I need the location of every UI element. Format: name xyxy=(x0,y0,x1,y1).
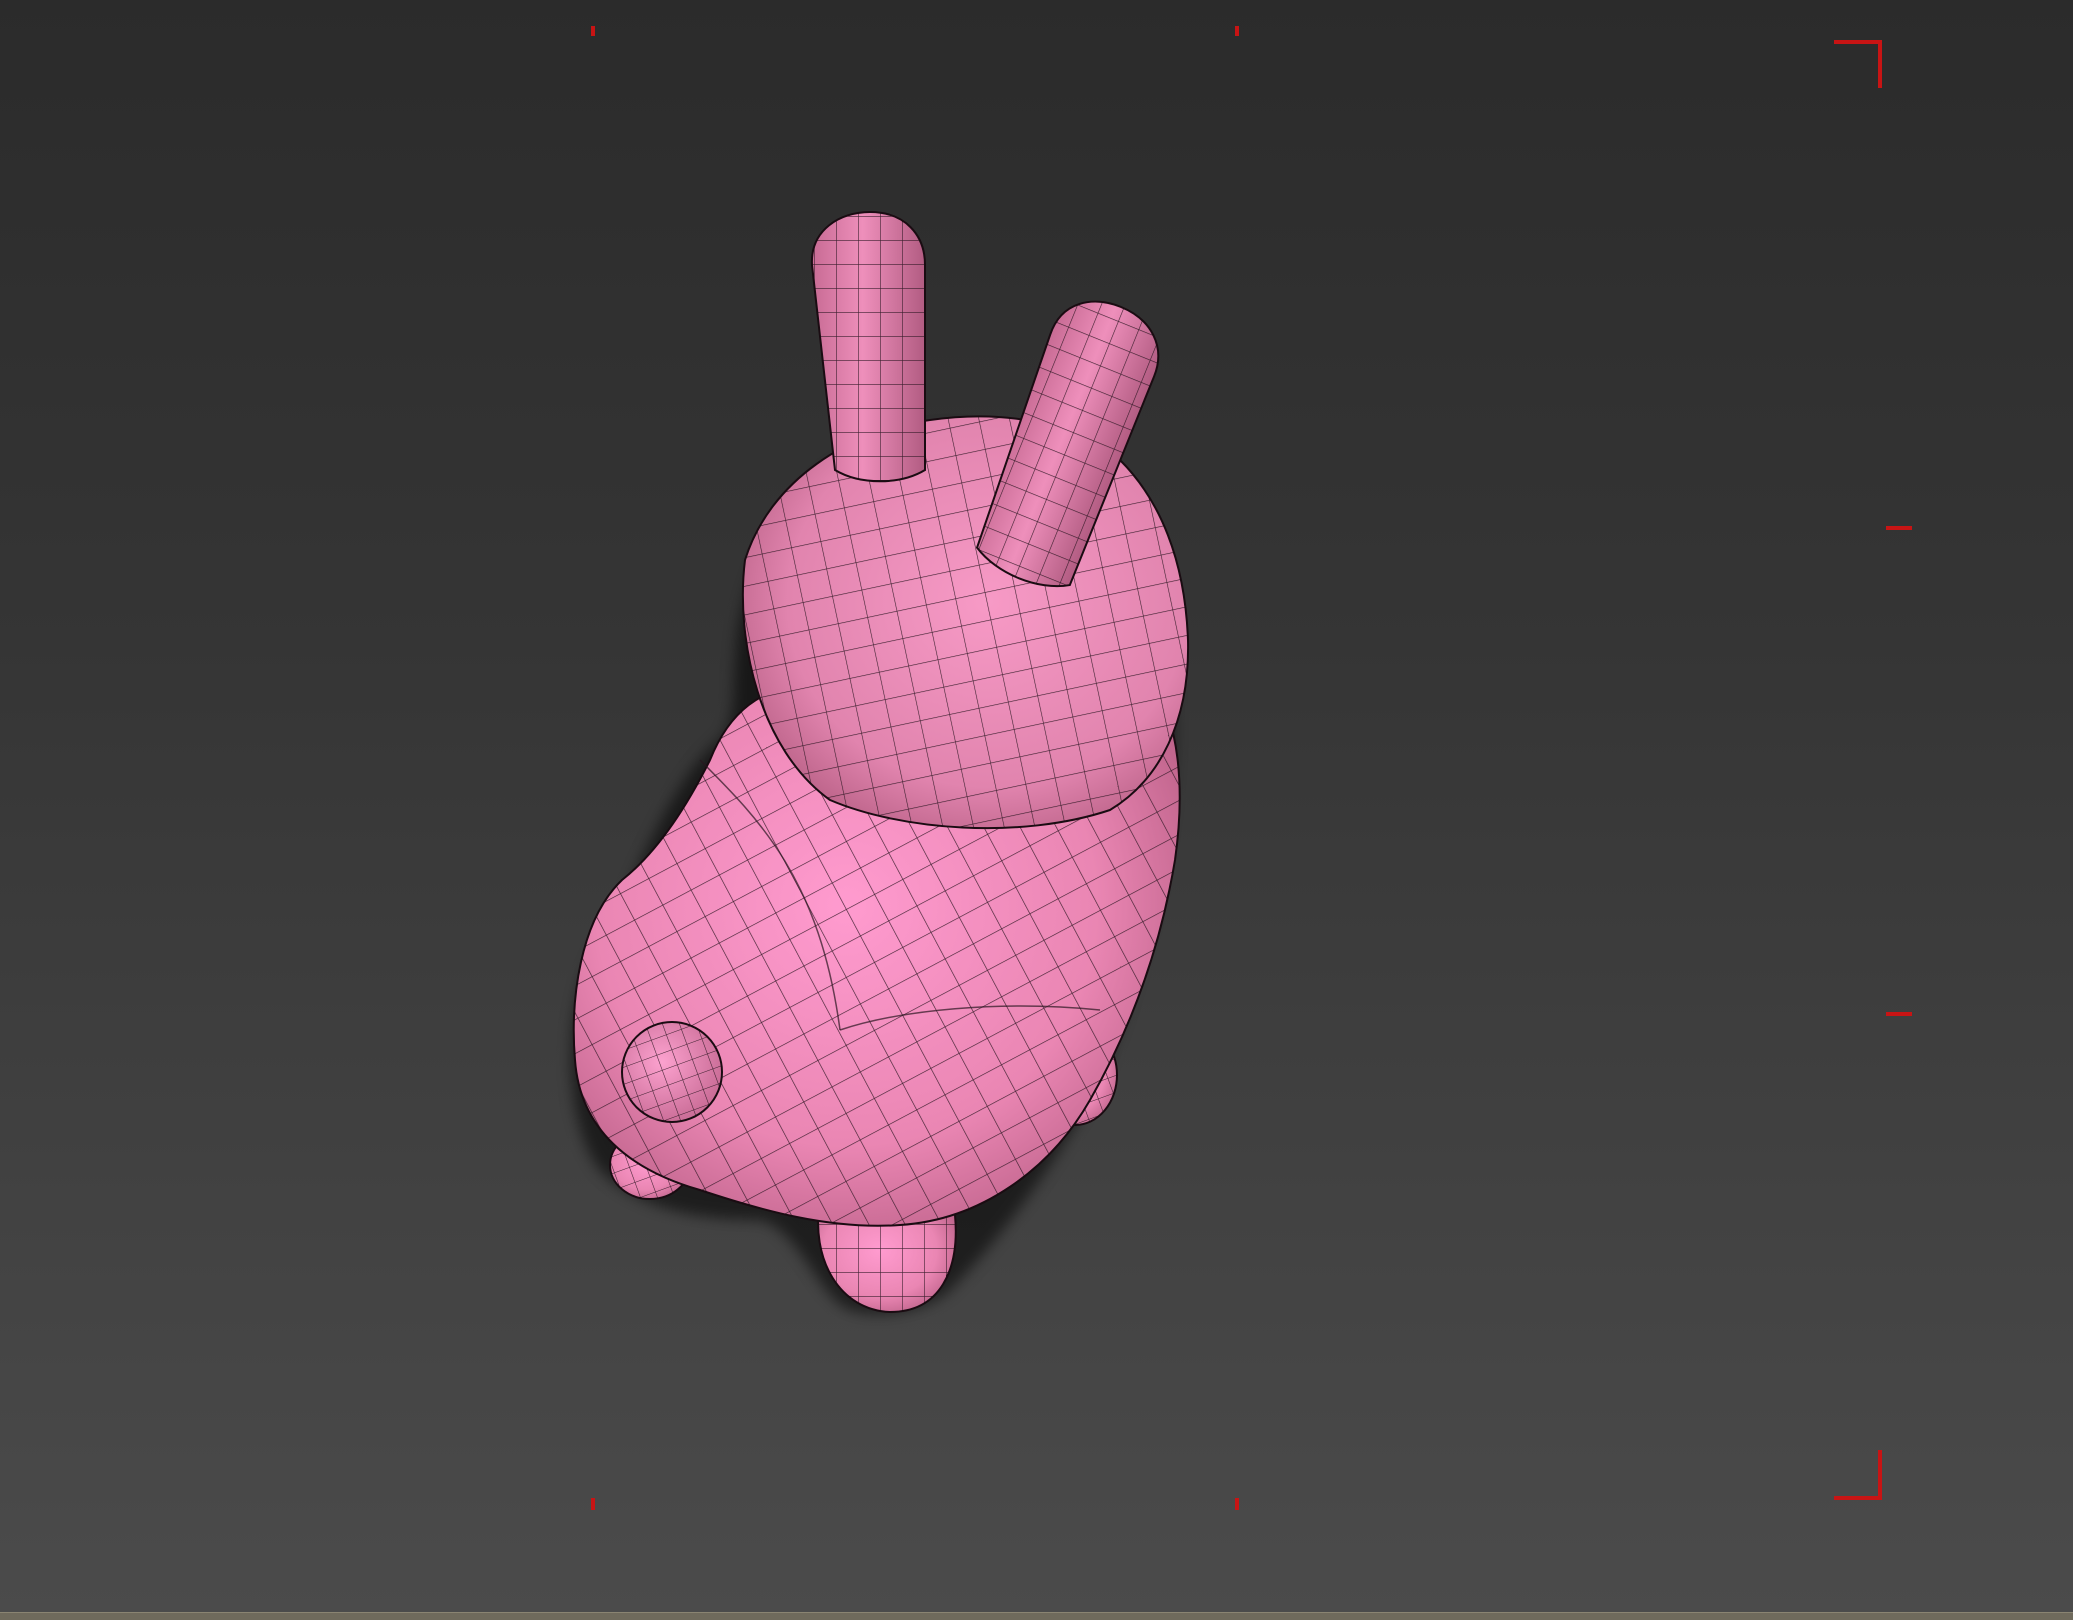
viewport-scene[interactable] xyxy=(0,0,2073,1612)
bunny-tail xyxy=(621,1021,723,1123)
bunny-head xyxy=(741,415,1190,830)
viewport[interactable] xyxy=(0,0,2073,1612)
safe-frame-corner-bottom-right xyxy=(1834,1450,1882,1500)
safe-frame-corner-top-right xyxy=(1834,40,1882,88)
bunny-mesh[interactable] xyxy=(571,210,1190,1314)
bunny-ear-left xyxy=(810,210,926,483)
